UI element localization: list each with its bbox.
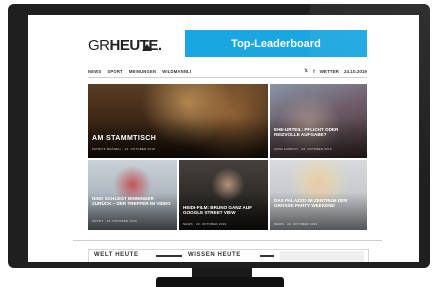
current-date: 24.10.2019 <box>344 68 367 74</box>
main-nav: NEWS SPORT MEINUNGEN WILDMANNLI 𝕏 f WETT… <box>88 65 367 78</box>
tile-caption: NINO SCHLEGT BINNINGER ZURÜCK – DER TREF… <box>92 196 171 207</box>
nav-item-wildmannli[interactable]: WILDMANNLI <box>162 69 191 74</box>
tile-shade <box>270 117 367 158</box>
tile-caption: EHE-URTEIL: PFLICHT ODER REIZVOLLE AUFGA… <box>274 127 339 138</box>
tile-meta: PATRICK BRÄNDLI · 24. OKTOBER 2019 <box>92 147 155 151</box>
logo-bold: HEUTE. <box>109 37 163 54</box>
section-divider <box>73 240 382 241</box>
ad-placeholder <box>280 251 364 262</box>
tile-meta: ANNA MURPHY · 24. OKTOBER 2019 <box>274 147 332 151</box>
tile-caption: AM STAMMTISCH <box>92 135 157 142</box>
monitor-stand-base <box>156 277 284 287</box>
leaderboard-ad[interactable]: Top-Leaderboard <box>185 30 367 57</box>
monitor-frame: GRHEUTE. Top-Leaderboard NEWS SPORT MEIN… <box>8 4 430 268</box>
tile-meta: SPORT · 23. OKTOBER 2019 <box>92 219 137 223</box>
tile-meta: NEWS · 22. OKTOBER 2019 <box>274 222 318 226</box>
weather-link[interactable]: WETTER <box>320 69 339 74</box>
tile-meta: NEWS · 23. OKTOBER 2019 <box>183 222 227 226</box>
nav-item-meinungen[interactable]: MEINUNGEN <box>129 69 156 74</box>
twitter-icon[interactable]: 𝕏 <box>304 68 308 74</box>
teaser-tile[interactable]: HEIDI-FILM: BRUNO GANZ AUF GOOGLE STREET… <box>179 160 268 230</box>
section-heading-bar <box>156 255 182 257</box>
section-heading-welt[interactable]: WELT HEUTE <box>94 252 139 258</box>
nav-item-sport[interactable]: SPORT <box>107 69 122 74</box>
tile-caption: HEIDI-FILM: BRUNO GANZ AUF GOOGLE STREET… <box>183 205 252 216</box>
logo-prefix: GR <box>88 37 110 54</box>
monitor-screen: GRHEUTE. Top-Leaderboard NEWS SPORT MEIN… <box>28 15 419 262</box>
facebook-icon[interactable]: f <box>313 69 315 74</box>
teaser-tile[interactable]: EHE-URTEIL: PFLICHT ODER REIZVOLLE AUFGA… <box>270 84 367 158</box>
nav-right-group: 𝕏 f WETTER 24.10.2019 <box>299 68 367 74</box>
teaser-tile[interactable]: NINO SCHLEGT BINNINGER ZURÜCK – DER TREF… <box>88 160 177 230</box>
teaser-tile[interactable]: DAS PALAZZO IM ZENTRUM DER GROSSE PARTY … <box>270 160 367 230</box>
leaderboard-label: Top-Leaderboard <box>231 37 321 50</box>
logo-arrow-icon <box>142 44 152 51</box>
section-heading-bar <box>260 255 274 257</box>
section-heading-wissen[interactable]: WISSEN HEUTE <box>188 252 241 258</box>
tile-caption: DAS PALAZZO IM ZENTRUM DER GROSSE PARTY … <box>274 198 348 209</box>
teaser-tile[interactable]: AM STAMMTISCH PATRICK BRÄNDLI · 24. OKTO… <box>88 84 268 158</box>
nav-item-news[interactable]: NEWS <box>88 69 101 74</box>
